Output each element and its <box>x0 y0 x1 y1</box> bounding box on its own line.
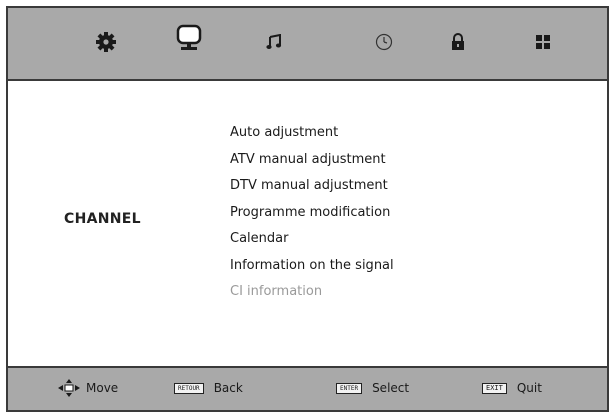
menu-item-auto-adjustment[interactable]: Auto adjustment <box>230 120 394 147</box>
navigation-arrows-icon <box>58 379 80 397</box>
return-key-icon: RETOUR <box>174 382 204 394</box>
back-hint: RETOUR Back <box>174 379 243 397</box>
move-hint: Move <box>56 379 118 397</box>
menu-item-dtv-manual-adjustment[interactable]: DTV manual adjustment <box>230 173 394 200</box>
exit-key-icon: EXIT <box>482 382 507 394</box>
channel-menu-list: Auto adjustment ATV manual adjustment DT… <box>230 120 394 306</box>
quit-hint: EXIT Quit <box>482 379 542 397</box>
clock-icon[interactable] <box>370 28 398 56</box>
select-hint: ENTER Select <box>336 379 409 397</box>
settings-gear-icon[interactable] <box>92 28 120 56</box>
section-title: CHANNEL <box>64 211 141 227</box>
menu-item-atv-manual-adjustment[interactable]: ATV manual adjustment <box>230 147 394 174</box>
tv-monitor-icon[interactable] <box>175 24 203 52</box>
padlock-icon[interactable] <box>444 28 472 56</box>
move-label: Move <box>86 381 119 395</box>
back-label: Back <box>213 381 243 395</box>
key-hint-bar: Move RETOUR Back ENTER Select EXIT Quit <box>8 366 607 410</box>
quit-label: Quit <box>516 381 542 395</box>
menu-tab-bar <box>8 8 607 81</box>
tv-menu-frame: CHANNEL Auto adjustment ATV manual adjus… <box>6 6 609 412</box>
enter-key-icon: ENTER <box>336 382 363 394</box>
select-label: Select <box>372 381 410 395</box>
menu-item-programme-modification[interactable]: Programme modification <box>230 200 394 227</box>
menu-item-calendar[interactable]: Calendar <box>230 226 394 253</box>
four-squares-icon[interactable] <box>529 28 557 56</box>
music-note-icon[interactable] <box>260 28 288 56</box>
menu-item-ci-information: CI information <box>230 284 323 299</box>
menu-item-signal-information[interactable]: Information on the signal <box>230 253 394 280</box>
